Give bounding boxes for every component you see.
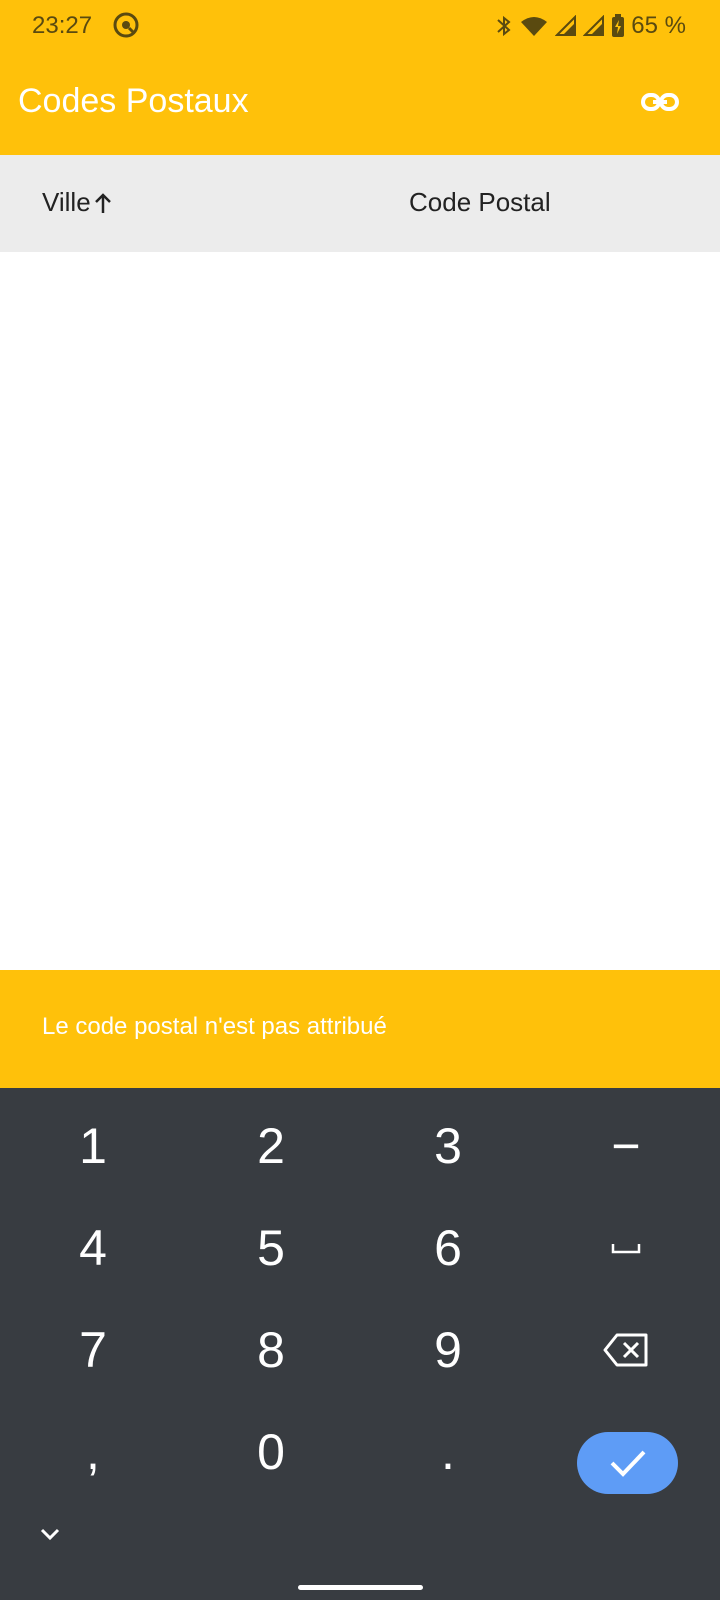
battery-charging-icon	[611, 14, 625, 38]
column-header-ville[interactable]: Ville	[42, 187, 113, 218]
numeric-keyboard: 1 2 3 − 4 5 6 7 8 9 , 0 .	[0, 1088, 720, 1600]
key-7[interactable]: 7	[23, 1310, 163, 1390]
table-body	[0, 252, 720, 970]
column-header-code-postal[interactable]: Code Postal	[409, 187, 551, 218]
key-2[interactable]: 2	[201, 1106, 341, 1186]
key-3[interactable]: 3	[378, 1106, 518, 1186]
key-8[interactable]: 8	[201, 1310, 341, 1390]
key-5[interactable]: 5	[201, 1208, 341, 1288]
snackbar-message: Le code postal n'est pas attribué	[42, 1013, 387, 1040]
key-4[interactable]: 4	[23, 1208, 163, 1288]
signal-icon	[583, 15, 605, 37]
enter-key[interactable]	[577, 1432, 678, 1494]
page-title: Codes Postaux	[18, 82, 249, 120]
key-0[interactable]: 0	[201, 1412, 341, 1492]
app-notification-icon	[112, 11, 140, 44]
status-time: 23:27	[32, 12, 93, 39]
link-icon	[641, 93, 679, 111]
key-9[interactable]: 9	[378, 1310, 518, 1390]
column-label: Ville	[42, 187, 91, 217]
key-comma[interactable]: ,	[23, 1412, 163, 1492]
table-header: Ville Code Postal	[0, 155, 720, 252]
chevron-down-icon	[40, 1528, 60, 1541]
key-6[interactable]: 6	[378, 1208, 518, 1288]
navigation-handle[interactable]	[298, 1585, 423, 1590]
bluetooth-icon	[495, 14, 513, 38]
status-bar: 23:27 65 %	[0, 0, 720, 52]
link-button[interactable]	[640, 82, 680, 122]
battery-percent: 65 %	[631, 12, 686, 39]
backspace-key[interactable]	[556, 1310, 696, 1390]
keyboard-collapse-button[interactable]	[36, 1524, 64, 1544]
signal-icon	[555, 15, 577, 37]
key-space[interactable]	[556, 1208, 696, 1288]
app-bar: Codes Postaux	[0, 52, 720, 155]
snackbar: Le code postal n'est pas attribué	[0, 970, 720, 1088]
space-icon	[611, 1244, 641, 1254]
key-minus[interactable]: −	[556, 1106, 696, 1186]
key-1[interactable]: 1	[23, 1106, 163, 1186]
wifi-icon	[519, 14, 549, 38]
checkmark-icon	[610, 1450, 645, 1477]
key-period[interactable]: .	[378, 1412, 518, 1492]
backspace-icon	[603, 1333, 648, 1367]
sort-ascending-icon	[94, 192, 111, 213]
